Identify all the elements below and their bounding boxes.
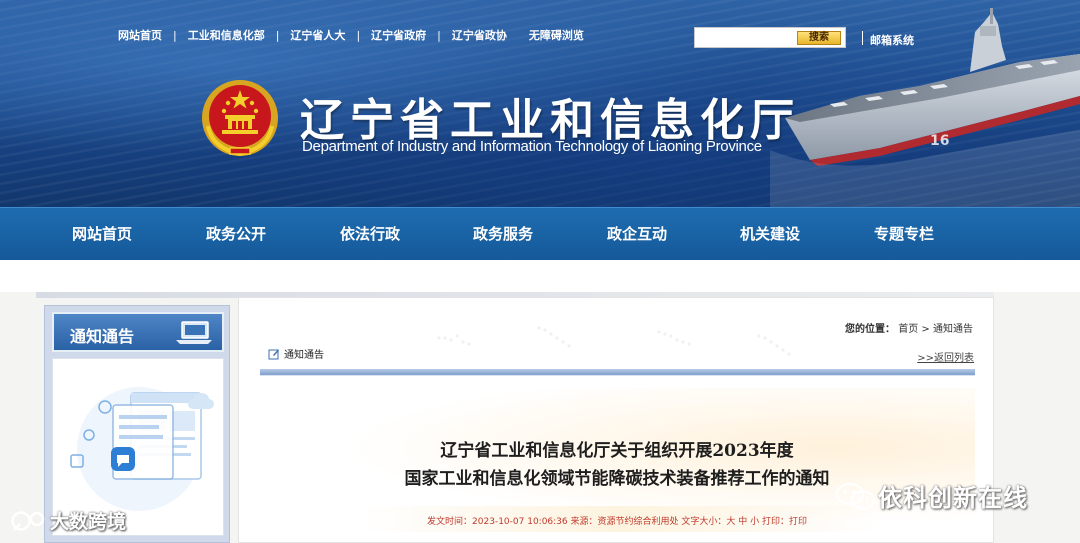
breadcrumb-home-link[interactable]: 首页 — [898, 324, 918, 335]
edit-note-icon — [268, 349, 279, 359]
article-title-line-1: 辽宁省工业和信息化厅关于组织开展2023年度 — [440, 441, 794, 461]
section-heading: 通知通告 — [268, 346, 324, 361]
top-link-separator: | — [173, 28, 177, 42]
watermark-right-text: 依科创新在线 — [878, 484, 1028, 512]
watermark-left: 大数跨境 — [10, 507, 126, 534]
top-link-provincial-congress[interactable]: 辽宁省人大 — [290, 27, 345, 43]
top-links: 网站首页 | 工业和信息化部 | 辽宁省人大 | 辽宁省政府 | 辽宁省政协 无… — [118, 27, 584, 43]
top-link-miit[interactable]: 工业和信息化部 — [188, 27, 265, 43]
top-link-separator: | — [437, 28, 441, 42]
nav-item-home[interactable]: 网站首页 — [72, 208, 132, 261]
panel-divider-bar — [260, 369, 975, 376]
breadcrumb-separator: > — [921, 324, 930, 335]
section-title: 通知通告 — [284, 350, 324, 361]
world-map-pattern — [437, 326, 791, 356]
site-subtitle: Department of Industry and Information T… — [302, 138, 762, 155]
top-link-separator: | — [275, 28, 280, 42]
nav-item-agency-building[interactable]: 机关建设 — [740, 208, 800, 261]
svg-text:16: 16 — [930, 133, 949, 149]
back-to-list-link[interactable]: >>返回列表 — [917, 349, 974, 364]
top-link-separator: | — [356, 28, 361, 42]
main-nav: 网站首页 政务公开 依法行政 政务服务 政企互动 机关建设 专题专栏 — [0, 207, 1080, 260]
top-link-provincial-cppcc[interactable]: 辽宁省政协 — [452, 27, 507, 43]
nav-item-special-topics[interactable]: 专题专栏 — [874, 208, 934, 261]
top-link-accessibility[interactable]: 无障碍浏览 — [529, 27, 584, 43]
nav-item-government-affairs[interactable]: 政务公开 — [206, 208, 266, 261]
nav-item-government-services[interactable]: 政务服务 — [473, 208, 533, 261]
header-banner: 网站首页 | 工业和信息化部 | 辽宁省人大 | 辽宁省政府 | 辽宁省政协 无… — [0, 0, 1080, 207]
watermark-left-text: 大数跨境 — [50, 511, 127, 533]
nav-item-enterprise-interaction[interactable]: 政企互动 — [607, 208, 667, 261]
national-emblem-icon — [202, 80, 278, 157]
sidebar-header[interactable]: 通知通告 — [52, 312, 224, 352]
top-link-home[interactable]: 网站首页 — [118, 27, 162, 43]
nav-item-law-administration[interactable]: 依法行政 — [340, 208, 400, 261]
sidebar-title: 通知通告 — [70, 327, 135, 346]
brand-logo-icon — [11, 510, 45, 531]
laptop-icon — [176, 321, 212, 344]
breadcrumb-current-link[interactable]: 通知通告 — [933, 324, 973, 335]
aircraft-carrier-image: 16 — [770, 8, 1080, 207]
wechat-icon — [835, 482, 876, 510]
breadcrumb: 您的位置： 首页 > 通知通告 — [845, 320, 973, 335]
top-link-provincial-government[interactable]: 辽宁省政府 — [371, 27, 426, 43]
breadcrumb-label: 您的位置： — [845, 324, 896, 335]
watermark-right: 依科创新在线 — [834, 478, 1028, 513]
article-meta: 发文时间：2023-10-07 10:06:36 来源：资源节约综合利用处 文字… — [427, 517, 807, 527]
